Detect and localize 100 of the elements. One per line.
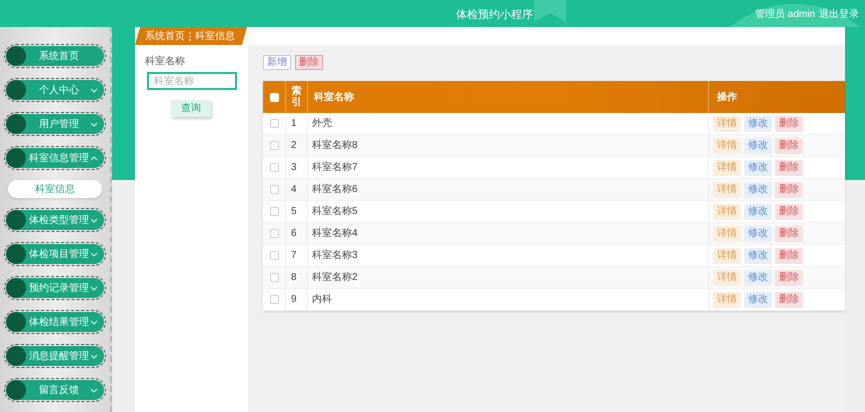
sidebar-item[interactable]: 个人中心 [4,78,106,102]
search-button[interactable]: 查询 [171,100,211,117]
checkbox[interactable] [270,207,278,216]
sidebar-label: 个人中心 [38,84,80,98]
chevron-down-icon [90,354,98,358]
breadcrumb-current: 科室信息 [195,30,235,44]
action-button[interactable]: 删除 [775,138,803,154]
action-button[interactable]: 修改 [744,182,772,198]
checkbox[interactable] [270,229,278,238]
chevron-down-icon [90,286,98,290]
action-button[interactable]: 详情 [713,248,741,264]
field-label: 科室名称 [145,54,186,69]
action-button[interactable]: 删除 [775,160,803,176]
sidebar-item[interactable]: 体检项目管理 [4,242,106,266]
table-cell-text: 科室名称7 [312,160,358,175]
action-button[interactable]: 修改 [744,226,772,242]
table-cell-text: 科室名称4 [312,226,358,241]
checkbox[interactable] [270,163,278,172]
action-button[interactable]: 详情 [713,138,741,154]
chevron-down-icon [90,122,98,126]
sidebar-item[interactable]: 体检结果管理 [4,310,106,334]
column-header: 索引 [291,86,302,108]
sidebar-item[interactable]: 消息提醒管理 [4,344,106,368]
chevron-down-icon [90,252,98,256]
submenu-item[interactable]: 科室信息 [8,180,102,198]
table-cell-text: 科室名称5 [312,204,358,219]
action-button[interactable]: 详情 [713,116,741,132]
action-button[interactable]: 修改 [744,248,772,264]
checkbox[interactable] [270,251,278,260]
table-cell-text: 8 [291,271,297,285]
action-button[interactable]: 删除 [775,116,803,132]
separator-icon [189,32,191,40]
action-button[interactable]: 删除 [775,292,803,308]
chevron-up-icon [90,156,98,160]
action-button[interactable]: 修改 [744,270,772,286]
sidebar-label: 消息提醒管理 [28,350,90,364]
sidebar-item[interactable]: 体检类型管理 [4,208,106,232]
table-cell-text: 内科 [312,292,332,307]
column-header: 科室名称 [314,90,354,104]
table-cell-text: 5 [291,205,297,219]
checkbox[interactable] [270,92,278,102]
sidebar-item[interactable]: 用户管理 [4,112,106,136]
table-cell-text: 科室名称2 [312,270,358,285]
checkbox[interactable] [270,295,278,304]
sidebar-label: 系统首页 [38,50,80,64]
checkbox[interactable] [270,273,278,282]
table-cell-text: 2 [291,139,297,153]
sidebar-item[interactable]: 预约记录管理 [4,276,106,300]
action-button[interactable]: 详情 [713,226,741,242]
table-cell-text: 1 [291,117,297,131]
chevron-down-icon [90,88,98,92]
action-button[interactable]: 详情 [713,160,741,176]
chevron-down-icon [90,320,98,324]
sidebar-label: 用户管理 [38,118,80,132]
table-cell-text: 9 [291,293,297,307]
checkbox[interactable] [270,141,278,150]
sidebar-item[interactable]: 系统首页 [4,44,106,68]
sidebar-label: 体检项目管理 [28,248,90,262]
action-button[interactable]: 删除 [775,182,803,198]
action-button[interactable]: 详情 [713,182,741,198]
action-button[interactable]: 删除 [775,270,803,286]
sidebar-item[interactable]: 科室信息管理 [4,146,106,170]
table-cell-text: 3 [291,161,297,175]
table-cell-text: 科室名称3 [312,248,358,263]
chevron-down-icon [90,218,98,222]
action-button[interactable]: 修改 [744,116,772,132]
sidebar-label: 预约记录管理 [28,282,90,296]
column-header: 操作 [717,90,737,104]
sidebar-label: 体检结果管理 [28,316,90,330]
chevron-down-icon [90,388,98,392]
sidebar-item[interactable]: 留言反馈 [4,378,106,402]
action-button[interactable]: 删除 [775,226,803,242]
delete-button[interactable]: 删除 [295,55,323,70]
search-field[interactable]: 科室名称 [147,72,237,90]
sidebar-label: 留言反馈 [38,384,80,398]
action-button[interactable]: 修改 [744,292,772,308]
table-cell-text: 科室名称8 [312,138,358,153]
action-button[interactable]: 详情 [713,204,741,220]
action-button[interactable]: 删除 [775,204,803,220]
user-label: 管理员 admin [754,8,815,22]
breadcrumb-link[interactable]: 系统首页 [145,28,185,44]
bookmark-icon [534,0,566,22]
table-cell-text: 外壳 [312,116,332,131]
action-button[interactable]: 删除 [775,248,803,264]
sidebar-label: 体检类型管理 [28,214,90,228]
add-button[interactable]: 新增 [263,55,291,70]
action-button[interactable]: 详情 [713,270,741,286]
checkbox[interactable] [270,185,278,194]
action-button[interactable]: 修改 [744,138,772,154]
table-cell-text: 科室名称6 [312,182,358,197]
checkbox[interactable] [270,119,278,128]
table-cell-text: 4 [291,183,297,197]
sidebar-label: 科室信息管理 [28,152,90,166]
action-button[interactable]: 详情 [713,292,741,308]
logout-link[interactable]: 退出登录 [819,7,859,22]
action-button[interactable]: 修改 [744,160,772,176]
table-cell-text: 7 [291,249,297,263]
table-cell-text: 6 [291,227,297,241]
app-title: 体检预约小程序 [456,8,533,23]
action-button[interactable]: 修改 [744,204,772,220]
